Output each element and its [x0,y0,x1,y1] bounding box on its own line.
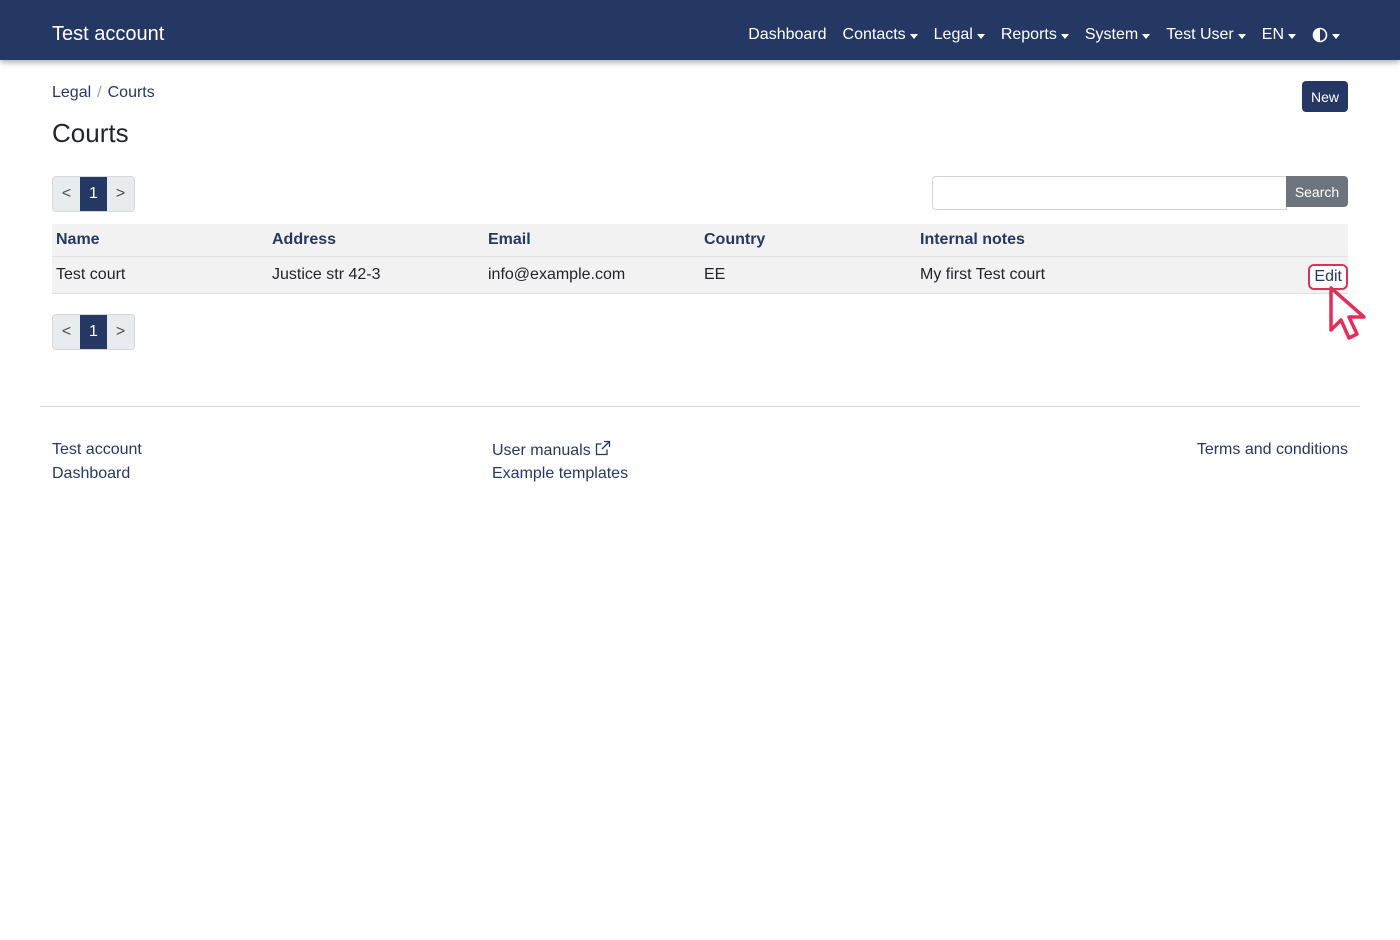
cell-email: info@example.com [488,266,626,283]
pagination-page-1[interactable]: 1 [80,177,107,211]
cell-address: Justice str 42-3 [272,266,381,283]
nav-item-user[interactable]: Test User [1166,24,1246,46]
navbar-brand[interactable]: Test account [52,22,164,46]
footer-link-user-manuals[interactable]: User manuals [492,440,611,461]
table-header: Name Address Email Country Internal note… [52,224,1348,257]
nav-item-dashboard[interactable]: Dashboard [748,24,826,46]
caret-down-icon [1142,33,1151,39]
contrast-icon [1312,27,1328,43]
caret-down-icon [1237,33,1246,39]
column-header-email[interactable]: Email [484,231,700,249]
search-input[interactable] [932,176,1287,210]
pagination-top: < 1 > [52,176,135,212]
breadcrumb-separator: / [97,84,102,101]
pagination-next-button[interactable]: > [107,315,134,349]
nav-item-label: Reports [1000,26,1057,43]
footer-link-label: User manuals [492,442,591,459]
caret-down-icon [909,33,918,39]
new-button[interactable]: New [1302,81,1348,112]
footer-divider [40,406,1360,407]
nav-item-theme[interactable] [1312,27,1340,43]
column-header-country[interactable]: Country [700,231,916,249]
footer-link-test-account[interactable]: Test account [52,440,142,460]
nav-item-label: Dashboard [748,26,827,43]
nav-item-label: EN [1261,26,1284,43]
table-row: Test court Justice str 42-3 info@example… [52,257,1348,294]
nav-item-label: System [1084,26,1139,43]
footer-link-terms[interactable]: Terms and conditions [1197,440,1348,460]
caret-down-icon [976,33,985,39]
nav-item-legal[interactable]: Legal [934,24,985,46]
nav-item-system[interactable]: System [1084,24,1151,46]
caret-down-icon [1288,33,1296,39]
courts-table: Name Address Email Country Internal note… [52,224,1348,294]
pagination-prev-button[interactable]: < [53,177,80,211]
page-title: Courts [52,118,129,148]
column-header-address[interactable]: Address [268,231,484,249]
breadcrumb: Legal / Courts [52,83,155,103]
pointer-cursor-icon [1329,286,1366,340]
breadcrumb-item-courts[interactable]: Courts [108,83,155,103]
nav-item-label: Test User [1166,26,1234,43]
nav-item-contacts[interactable]: Contacts [843,24,918,46]
nav-item-label: Contacts [842,26,906,43]
cell-country: EE [704,266,726,283]
pagination-next-button[interactable]: > [107,177,134,211]
caret-down-icon [1332,33,1340,39]
pagination-page-1[interactable]: 1 [80,315,107,349]
nav-item-language[interactable]: EN [1262,24,1296,46]
cell-name: Test court [56,266,126,283]
nav-item-reports[interactable]: Reports [1001,24,1069,46]
breadcrumb-item-legal[interactable]: Legal [52,83,91,103]
column-header-internal-notes[interactable]: Internal notes [916,231,1216,249]
footer-link-example-templates[interactable]: Example templates [492,464,628,484]
column-header-name[interactable]: Name [52,231,268,249]
pagination-bottom: < 1 > [52,314,135,350]
footer-link-dashboard[interactable]: Dashboard [52,464,130,484]
nav-item-label: Legal [933,26,973,43]
top-navbar: Test account Dashboard Contacts Legal Re… [0,0,1400,60]
external-link-icon [595,440,610,456]
cell-internal-notes: My first Test court [920,266,1046,283]
caret-down-icon [1060,33,1069,39]
navbar-menu: Dashboard Contacts Legal Reports System … [748,24,1340,46]
pagination-prev-button[interactable]: < [53,315,80,349]
search-button[interactable]: Search [1286,176,1348,207]
